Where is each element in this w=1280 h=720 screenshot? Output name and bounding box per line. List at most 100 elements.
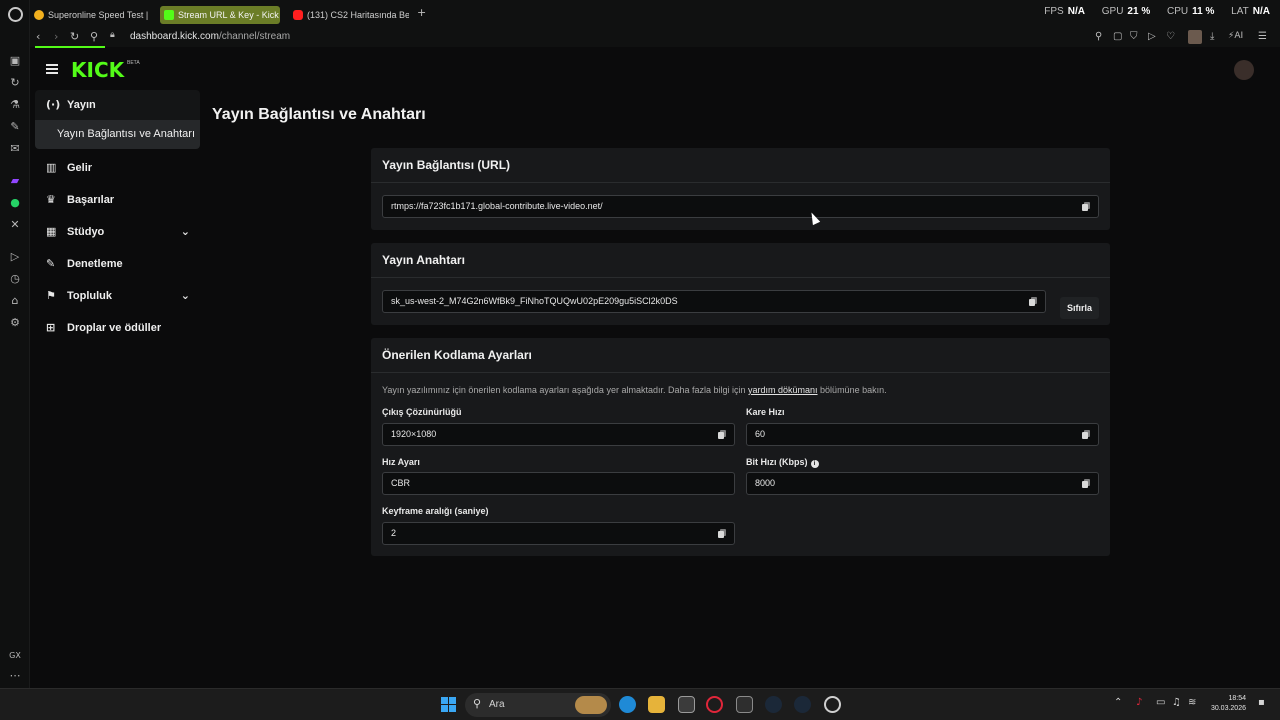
sidebar-item-denetleme[interactable]: ✎ Denetleme: [35, 248, 200, 280]
kick-logo[interactable]: KICK: [71, 58, 124, 82]
box-icon[interactable]: ▣: [9, 55, 21, 67]
search-highlight-icon: [575, 696, 607, 714]
system-clock[interactable]: 18:54 30.03.2026: [1211, 694, 1246, 714]
rate-control-value: CBR: [391, 478, 411, 488]
resolution-field[interactable]: 1920×1080: [382, 423, 735, 446]
address-bar: ‹ › ↻ ⚲ 🔒︎ dashboard.kick.com/channel/st…: [30, 29, 1280, 47]
rate-control-field[interactable]: CBR: [382, 472, 735, 495]
play-icon[interactable]: ▷: [1148, 31, 1156, 42]
framerate-field[interactable]: 60: [746, 423, 1099, 446]
stream-key-field[interactable]: sk_us-west-2_M74G2n6WfBk9_FiNhoTQUQwU02p…: [382, 290, 1046, 313]
info-icon[interactable]: i: [810, 460, 819, 468]
back-icon[interactable]: ‹: [36, 30, 40, 43]
taskbar-search[interactable]: ⚲ Ara: [465, 693, 611, 717]
mail-icon[interactable]: ✉: [9, 143, 21, 155]
stream-key-value: sk_us-west-2_M74G2n6WfBk9_FiNhoTQUQwU02p…: [391, 296, 678, 306]
speaker-icon[interactable]: ♫: [1172, 697, 1181, 708]
community-icon: ⚑: [46, 289, 56, 302]
whatsapp-icon[interactable]: ●: [9, 197, 21, 209]
resolution-value: 1920×1080: [391, 429, 437, 439]
opera-gx-icon[interactable]: [706, 696, 723, 713]
microphone-icon[interactable]: ♪: [1136, 697, 1142, 708]
sidebar-item-gelir[interactable]: ▥ Gelir: [35, 152, 200, 184]
app-icon[interactable]: [736, 696, 753, 713]
sidebar-item-basarilar[interactable]: ♛ Başarılar: [35, 184, 200, 216]
rate-control-label: Hız Ayarı: [382, 457, 420, 467]
download-icon[interactable]: ⤓: [1210, 31, 1214, 42]
wrench-icon: ✎: [46, 257, 56, 270]
copy-icon[interactable]: [718, 430, 726, 439]
tab-label: Stream URL & Key - Kick: [178, 10, 279, 20]
settings-icon[interactable]: ⚙: [9, 317, 21, 329]
more-icon[interactable]: ⋯: [9, 670, 21, 682]
heart-icon[interactable]: ♡: [1166, 31, 1175, 42]
url-field[interactable]: dashboard.kick.com/channel/stream: [130, 31, 290, 42]
kick-favicon-icon: [164, 10, 174, 20]
copy-icon[interactable]: [718, 529, 726, 538]
hamburger-menu-icon[interactable]: [46, 64, 58, 74]
sidebar-item-studyo[interactable]: ▦ Stüdyo ⌄: [35, 216, 200, 248]
chevron-down-icon[interactable]: ⌄: [181, 216, 190, 248]
tab-kick[interactable]: Stream URL & Key - Kick: [160, 6, 280, 24]
snapshot-icon[interactable]: ▢: [1113, 31, 1122, 42]
search-icon: ⚲: [473, 697, 482, 710]
menu-icon[interactable]: ☰: [1258, 31, 1267, 42]
avatar[interactable]: [1234, 60, 1254, 80]
chevron-down-icon[interactable]: ⌄: [181, 280, 190, 312]
play-icon[interactable]: ▷: [9, 251, 21, 263]
store-icon[interactable]: [678, 696, 695, 713]
sidebar-subitem-stream-key[interactable]: Yayın Bağlantısı ve Anahtarı: [35, 120, 200, 149]
stream-url-value: rtmps://fa723fc1b171.global-contribute.l…: [391, 201, 603, 211]
gpu-label: GPU: [1101, 6, 1124, 17]
ai-icon[interactable]: ⚡AI: [1228, 31, 1243, 41]
refresh-icon[interactable]: ↻: [9, 77, 21, 89]
url-host: dashboard.kick.com: [130, 31, 219, 42]
chevron-up-icon[interactable]: ⌃: [1114, 697, 1122, 708]
twitch-icon[interactable]: ▰: [9, 175, 21, 187]
obs-icon[interactable]: [824, 696, 841, 713]
taskbar: ⚲ Ara ⌃ ♪ ▭ ♫ ≋ 18:54 30.03.2026 ▪: [0, 688, 1280, 720]
notification-icon[interactable]: ▪: [1258, 697, 1265, 708]
reset-key-button[interactable]: Sıfırla: [1059, 297, 1099, 319]
file-explorer-icon[interactable]: [648, 696, 665, 713]
keyframe-field[interactable]: 2: [382, 522, 735, 545]
profile-avatar-icon[interactable]: [1188, 30, 1202, 44]
bitrate-label: Bit Hızı (Kbps) i: [746, 457, 819, 468]
tab-youtube[interactable]: (131) CS2 Haritasında Bek: [289, 6, 409, 24]
stream-url-field[interactable]: rtmps://fa723fc1b171.global-contribute.l…: [382, 195, 1099, 218]
search-icon[interactable]: ⚲: [90, 30, 98, 43]
monitor-icon[interactable]: ▭: [1156, 697, 1165, 708]
gpu-value: 21 %: [1127, 6, 1151, 17]
help-doc-link[interactable]: yardım dökümanı: [748, 385, 818, 395]
copy-icon[interactable]: [1082, 479, 1090, 488]
windows-start-icon[interactable]: [441, 697, 456, 712]
sidebar-item-yayin[interactable]: (·) Yayın: [35, 90, 200, 120]
bell-icon[interactable]: ⌂: [9, 295, 21, 307]
copy-icon[interactable]: [1082, 202, 1090, 211]
sidebar-item-droplar[interactable]: ⊞ Droplar ve ödüller: [35, 312, 200, 344]
plus-icon[interactable]: +: [417, 6, 426, 19]
opera-logo-icon[interactable]: [8, 7, 23, 22]
copy-icon[interactable]: [1082, 430, 1090, 439]
steam-icon[interactable]: [794, 696, 811, 713]
description-text: Yayın yazılımınız için önerilen kodlama …: [382, 385, 749, 395]
lock-icon[interactable]: 🔒︎: [110, 30, 115, 40]
steam-icon[interactable]: [765, 696, 782, 713]
x-icon[interactable]: ✕: [9, 219, 21, 231]
sidebar-item-topluluk[interactable]: ⚑ Topluluk ⌄: [35, 280, 200, 312]
page-title: Yayın Bağlantısı ve Anahtarı: [212, 106, 426, 123]
reload-icon[interactable]: ↻: [70, 30, 79, 43]
copy-icon[interactable]: [1029, 297, 1037, 306]
forward-icon[interactable]: ›: [54, 30, 58, 43]
bitrate-field[interactable]: 8000: [746, 472, 1099, 495]
description-text: bölümüne bakın.: [817, 385, 887, 395]
edge-icon[interactable]: [619, 696, 636, 713]
clock-icon[interactable]: ◷: [9, 273, 21, 285]
gx-icon[interactable]: GX: [9, 650, 21, 662]
tab-speedtest[interactable]: Superonline Speed Test |: [30, 6, 150, 24]
shield-icon[interactable]: ⛉: [1130, 31, 1138, 42]
pin-icon[interactable]: ⚲: [1095, 31, 1102, 42]
flask-icon[interactable]: ⚗: [9, 99, 21, 111]
pen-icon[interactable]: ✎: [9, 121, 21, 133]
wifi-icon[interactable]: ≋: [1188, 697, 1196, 708]
